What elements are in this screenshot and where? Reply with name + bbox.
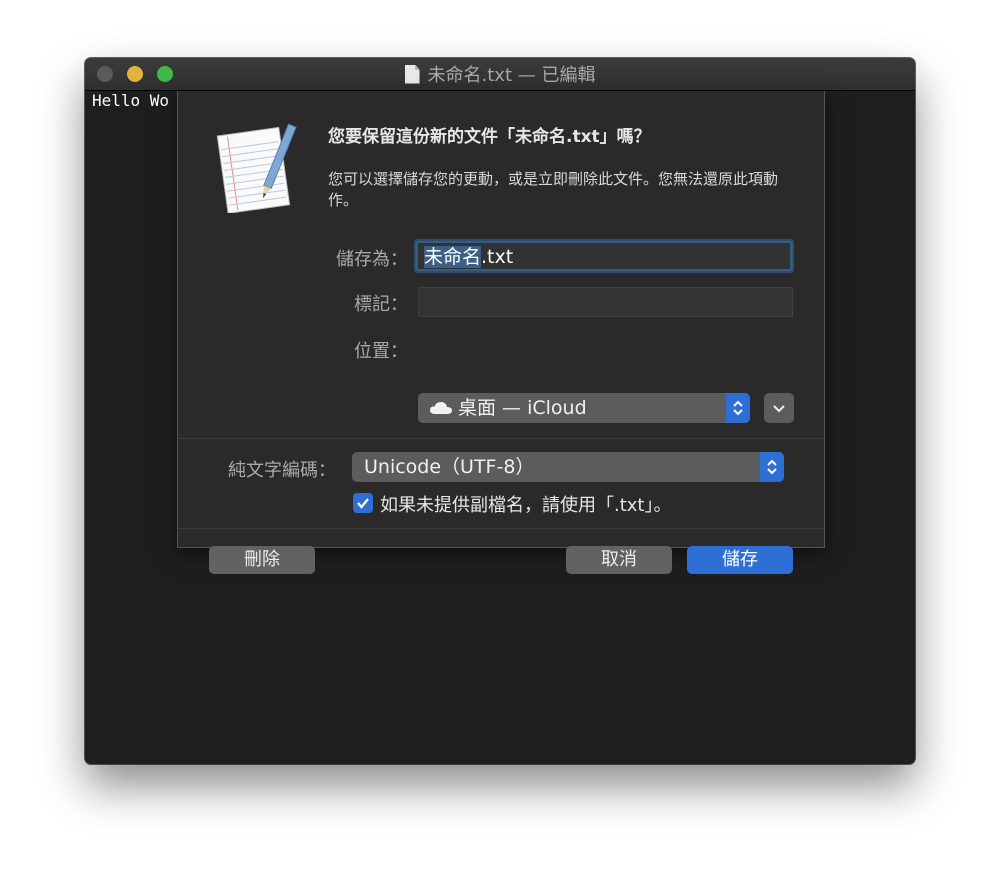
tags-label: 標記： bbox=[354, 294, 408, 315]
textedit-icon bbox=[216, 123, 297, 213]
document-icon bbox=[404, 64, 420, 84]
filename-field[interactable]: 未命名.txt bbox=[416, 241, 792, 271]
editor-text[interactable]: Hello Wo bbox=[92, 91, 169, 110]
filename-selected-text: 未命名 bbox=[424, 246, 482, 268]
filename-extension-text: .txt bbox=[481, 246, 514, 268]
save-button[interactable]: 儲存 bbox=[687, 546, 793, 574]
save-dialog-sheet: 您要保留這份新的文件「未命名.txt」嗎？ 您可以選擇儲存您的更動，或是立即刪除… bbox=[177, 91, 825, 574]
textedit-window: 未命名.txt — 已編輯 Hello Wo 您要保留這份新的文件「未命名.tx… bbox=[85, 58, 915, 764]
window-title: 未命名.txt — 已編輯 bbox=[427, 65, 596, 86]
dialog-message: 您可以選擇儲存您的更動，或是立即刪除此文件。您無法還原此項動作。 bbox=[328, 170, 779, 209]
encoding-value: Unicode（UTF-8） bbox=[364, 456, 535, 478]
divider-top bbox=[178, 438, 824, 439]
encoding-popup[interactable]: Unicode（UTF-8） bbox=[352, 452, 784, 482]
encoding-label: 純文字編碼： bbox=[228, 460, 336, 481]
tags-field[interactable] bbox=[418, 287, 793, 317]
dialog-heading: 您要保留這份新的文件「未命名.txt」嗎？ bbox=[328, 127, 651, 147]
delete-button[interactable]: 刪除 bbox=[209, 546, 315, 574]
up-down-chevron-icon bbox=[767, 459, 777, 475]
title-bar[interactable]: 未命名.txt — 已編輯 bbox=[85, 58, 915, 91]
location-label: 位置： bbox=[354, 341, 408, 362]
extension-checkbox[interactable] bbox=[353, 493, 373, 513]
extension-checkbox-label[interactable]: 如果未提供副檔名，請使用「.txt」。 bbox=[380, 491, 672, 517]
window-title-area: 未命名.txt — 已編輯 bbox=[85, 58, 915, 90]
up-down-chevron-icon bbox=[733, 400, 743, 416]
location-value: 桌面 — iCloud bbox=[458, 397, 587, 419]
cancel-button[interactable]: 取消 bbox=[566, 546, 672, 574]
encoding-popup-arrows bbox=[760, 452, 784, 482]
save-as-label: 儲存為： bbox=[336, 249, 408, 270]
checkmark-icon bbox=[357, 498, 369, 509]
chevron-down-icon bbox=[773, 405, 785, 413]
icloud-icon bbox=[430, 402, 452, 414]
location-popup-arrows bbox=[726, 393, 750, 423]
divider-bottom bbox=[178, 528, 824, 529]
location-popup[interactable]: 桌面 — iCloud bbox=[418, 393, 750, 423]
expand-dialog-button[interactable] bbox=[764, 393, 794, 423]
